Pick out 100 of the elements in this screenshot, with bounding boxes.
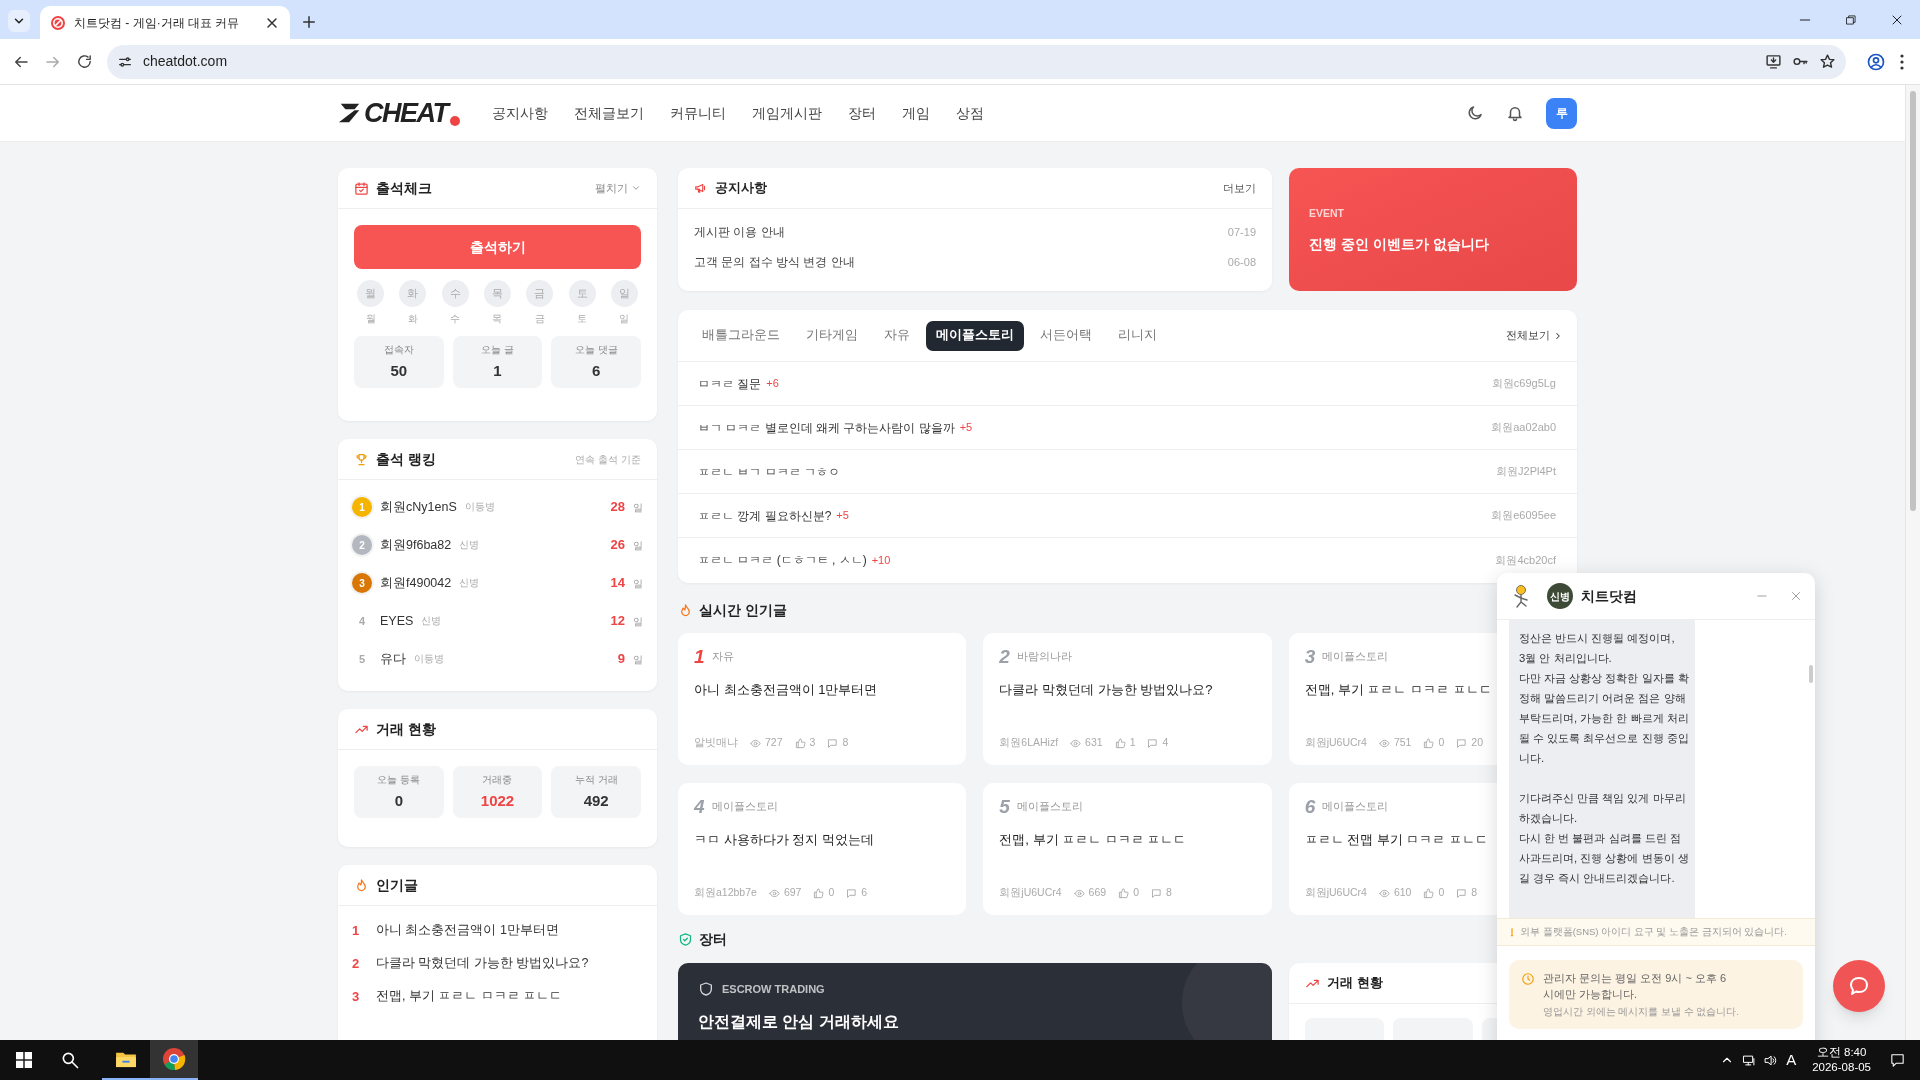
shield-check-icon <box>678 932 693 947</box>
post-title: 전맵, 부기 ㅍㄹㄴ ㅁㅋㄹ ㅍㄴㄷ <box>999 831 1187 849</box>
comment-count: +10 <box>871 552 891 568</box>
post-title[interactable]: ㅍㄹㄴ ㅂㄱ ㅁㅋㄹ ㄱㅎㅇ <box>698 462 840 481</box>
post-author: 회원6LAHizf <box>999 735 1059 751</box>
stat-label: 거래중 <box>482 772 513 787</box>
notification-bell-icon[interactable] <box>1506 104 1524 122</box>
nav-link[interactable]: 게임게시판 <box>751 102 822 124</box>
member-grade: 신병 <box>459 575 480 590</box>
menu-icon[interactable] <box>1900 53 1904 70</box>
tab-list-button[interactable] <box>8 10 30 32</box>
rank-medal: 3 <box>352 573 372 593</box>
install-icon[interactable] <box>1765 53 1782 70</box>
day-unit: 일 <box>633 538 643 553</box>
action-center-icon[interactable] <box>1889 1051 1906 1069</box>
favicon-icon <box>50 14 66 31</box>
day-unit: 일 <box>633 576 643 591</box>
streak-days: 14 <box>610 573 625 593</box>
post-title: 아니 최소충전금액이 1만부터면 <box>694 681 878 699</box>
clock-date: 2026-08-05 <box>1812 1060 1871 1075</box>
post-title: ㅋㅁ 사용하다가 정지 먹었는데 <box>694 831 874 849</box>
rank-number: 4 <box>357 613 367 629</box>
post-link[interactable]: 다클라 막혔던데 가능한 방법있나요? <box>376 954 589 973</box>
profile-icon[interactable] <box>1866 51 1886 72</box>
dark-mode-icon[interactable] <box>1466 104 1484 122</box>
post-author: 회원jU6UCr4 <box>1304 735 1367 751</box>
chevron-down-icon <box>631 183 641 193</box>
card-title: 출석체크 <box>376 178 432 198</box>
post-author: 회원aa02ab0 <box>1491 420 1556 436</box>
board-tab[interactable]: 메이플스토리 <box>926 320 1024 351</box>
post-category: 메이플스토리 <box>1322 648 1389 664</box>
board-tab[interactable]: 서든어택 <box>1030 320 1102 351</box>
scrollbar-thumb[interactable] <box>1910 91 1916 511</box>
hours-note: 영업시간 외에는 메시지를 보낼 수 없습니다. <box>1543 1005 1739 1019</box>
card-title: 출석 랭킹 <box>376 449 436 469</box>
board-tab[interactable]: 배틀그라운드 <box>692 320 790 351</box>
rank-number: 4 <box>694 797 705 816</box>
board-tab[interactable]: 기타게임 <box>796 320 868 351</box>
restore-icon[interactable] <box>1844 13 1858 27</box>
comment-icon <box>1150 887 1162 899</box>
day-label: 목 <box>492 312 503 326</box>
post-author: 회원jU6UCr4 <box>999 885 1062 901</box>
post-card[interactable]: 1 자유 아니 최소충전금액이 1만부터면 알빗매냐 727 3 8 <box>678 633 967 765</box>
nav-link[interactable]: 커뮤니티 <box>669 102 726 124</box>
stat-label: 접속자 <box>383 342 414 357</box>
network-icon[interactable] <box>1742 1052 1758 1068</box>
board-tab[interactable]: 리니지 <box>1108 320 1167 351</box>
user-avatar-button[interactable]: 루 <box>1546 97 1577 129</box>
like-icon <box>794 737 806 749</box>
day-unit: 일 <box>633 614 643 629</box>
day-label: 수 <box>450 312 461 326</box>
post-title[interactable]: ㅍㄹㄴ ㅁㅋㄹ (ㄷㅎㄱㅌ , ㅅㄴ) <box>698 551 867 569</box>
post-card[interactable]: 5 메이플스토리 전맵, 부기 ㅍㄹㄴ ㅁㅋㄹ ㅍㄴㄷ 회원jU6UCr4 669 0 8 <box>983 783 1272 915</box>
start-button[interactable] <box>16 1052 32 1068</box>
nav-link[interactable]: 장터 <box>847 102 876 124</box>
nav-link[interactable]: 상점 <box>955 102 984 124</box>
rank-number: 3 <box>352 987 360 1006</box>
rank-number: 2 <box>352 954 360 973</box>
rank-medal: 2 <box>352 535 372 555</box>
warning-text: 외부 플랫폼(SNS) 아이디 요구 및 노출은 금지되어 있습니다. <box>1520 924 1787 939</box>
input-method-indicator[interactable]: A <box>1786 1048 1797 1072</box>
post-title[interactable]: ㅁㅋㄹ 질문 <box>698 374 762 393</box>
chat-button[interactable] <box>1833 960 1885 1012</box>
chat-bubble-icon <box>1847 974 1871 998</box>
rank-medal: 1 <box>352 497 372 517</box>
address-bar[interactable]: cheatdot.com <box>107 44 1846 79</box>
view-all-link[interactable]: 전체보기 <box>1506 327 1563 344</box>
post-link[interactable]: 아니 최소충전금액이 1만부터면 <box>376 921 559 940</box>
chat-title: 치트닷컴 <box>1581 586 1637 606</box>
member-grade: 이등병 <box>464 499 495 514</box>
chat-scrollbar-thumb[interactable] <box>1809 665 1813 683</box>
post-card[interactable]: 2 바람의나라 다클라 막혔던데 가능한 방법있나요? 회원6LAHizf 631 1 4 <box>983 633 1272 765</box>
reload-icon[interactable] <box>76 53 93 70</box>
expand-toggle[interactable]: 펼치기 <box>595 179 641 197</box>
nav-link[interactable]: 공지사항 <box>491 102 548 124</box>
new-tab-icon[interactable] <box>300 13 318 31</box>
section-title: 장터 <box>699 930 727 949</box>
post-title[interactable]: ㅍㄹㄴ 깡계 필요하신분? <box>698 506 832 525</box>
nav-link[interactable]: 전체글보기 <box>573 102 644 124</box>
comment-icon <box>1147 737 1159 749</box>
more-link[interactable]: 더보기 <box>1223 179 1256 197</box>
like-icon <box>1114 737 1126 749</box>
nav-link[interactable]: 게임 <box>901 102 930 124</box>
post-card[interactable]: 4 메이플스토리 ㅋㅁ 사용하다가 정지 먹었는데 회원a12bb7e 697 0 6 <box>678 783 967 915</box>
notice-link[interactable]: 고객 문의 접수 방식 변경 안내 <box>694 253 855 271</box>
stat-label: 오늘 등록 <box>377 772 421 787</box>
bookmark-star-icon[interactable] <box>1819 53 1836 70</box>
site-logo[interactable]: CHEAT <box>338 99 460 127</box>
rank-number: 1 <box>694 647 705 666</box>
post-link[interactable]: 전맵, 부기 ㅍㄹㄴ ㅁㅋㄹ ㅍㄴㄷ <box>376 987 563 1006</box>
event-text: 진행 중인 이벤트가 없습니다 <box>1309 234 1490 254</box>
search-icon[interactable] <box>60 1050 80 1070</box>
board-tab[interactable]: 자유 <box>874 320 920 351</box>
stat-value: 50 <box>390 360 408 381</box>
like-icon <box>813 887 825 899</box>
post-author: 회원jU6UCr4 <box>1304 885 1367 901</box>
post-title[interactable]: ㅂㄱ ㅁㅋㄹ 별로인데 왜케 구하는사람이 많을까 <box>698 418 955 437</box>
notice-link[interactable]: 게시판 이용 안내 <box>694 223 785 241</box>
chrome-taskbar-icon[interactable] <box>150 1040 198 1080</box>
browser-tab[interactable]: 치트닷컴 - 게임·거래 대표 커뮤 <box>40 6 290 39</box>
